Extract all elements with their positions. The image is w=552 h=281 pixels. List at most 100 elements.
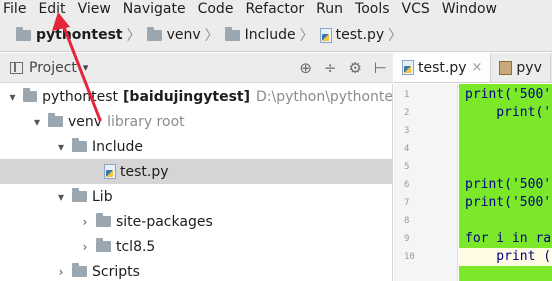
project-panel-title: Project <box>29 59 77 76</box>
chevron-right-icon[interactable]: › <box>78 240 92 254</box>
tree-item-label: tcl8.5 <box>116 238 156 255</box>
tab-label: pyv <box>516 59 542 76</box>
menu-refactor[interactable]: Refactor <box>239 0 310 19</box>
tree-item-label: Lib <box>92 188 113 205</box>
tree-item-label: venv <box>68 113 103 130</box>
tree-item-include[interactable]: ▾ Include <box>0 134 392 159</box>
tree-item-site-packages[interactable]: › site-packages <box>0 209 392 234</box>
breadcrumb-venv-label: venv <box>166 27 201 43</box>
tree-item-tcl[interactable]: › tcl8.5 <box>0 234 392 259</box>
code-line-10: print ( <box>465 249 552 264</box>
menu-bar: File Edit View Navigate Code Refactor Ru… <box>0 0 552 19</box>
folder-icon <box>16 26 31 41</box>
code-line-7: print('500' <box>465 195 552 210</box>
menu-run[interactable]: Run <box>310 0 349 19</box>
line-number: 2 <box>404 108 410 118</box>
line-number: 6 <box>404 180 410 190</box>
folder-icon <box>96 213 111 227</box>
breadcrumb-include-label: Include <box>244 27 296 43</box>
breadcrumb-file[interactable]: test.py 〉 <box>319 25 409 45</box>
chevron-right-icon: 〉 <box>299 28 314 44</box>
line-number: 8 <box>404 216 410 226</box>
breadcrumb-project[interactable]: pythontest 〉 <box>16 25 147 45</box>
tab-pyvenv[interactable]: pyv <box>491 53 551 82</box>
python-file-icon <box>402 60 414 75</box>
close-icon[interactable]: × <box>472 60 483 75</box>
tree-item-label: Scripts <box>92 263 140 280</box>
chevron-right-icon: 〉 <box>388 28 403 44</box>
code-editor[interactable]: print('500' print(' print('500' print('5… <box>459 84 552 281</box>
breadcrumb-file-label: test.py <box>335 27 385 43</box>
breadcrumb-project-label: pythontest <box>36 27 123 43</box>
tree-item-scripts[interactable]: › Scripts <box>0 259 392 281</box>
tree-item-pythontest[interactable]: ▾ pythontest [baidujingytest] D:\python\… <box>0 84 393 109</box>
folder-icon <box>48 113 63 127</box>
folder-icon <box>72 263 87 277</box>
code-line-6: print('500' <box>465 177 552 192</box>
project-panel-header: Project ▾ ⊕ ÷ ⚙ ⊢ <box>0 53 393 83</box>
chevron-down-icon[interactable]: ▾ <box>30 115 44 129</box>
line-number: 4 <box>404 144 410 154</box>
chevron-right-icon[interactable]: › <box>54 265 68 279</box>
python-file-icon <box>319 27 332 43</box>
menu-file[interactable]: File <box>0 0 32 19</box>
project-tree: ▾ pythontest [baidujingytest] D:\python\… <box>0 84 393 281</box>
code-line-9: for i in ra <box>465 231 552 246</box>
tree-item-hint: library root <box>107 113 185 130</box>
menu-tools[interactable]: Tools <box>349 0 396 19</box>
folder-icon <box>72 138 87 152</box>
line-number: 7 <box>404 198 410 208</box>
tree-item-label: site-packages <box>116 213 213 230</box>
config-file-icon <box>499 60 513 75</box>
tab-test-py[interactable]: test.py × <box>394 53 492 82</box>
hide-panel-icon[interactable]: ⊢ <box>374 59 387 77</box>
menu-vcs[interactable]: VCS <box>396 0 436 19</box>
tab-label: test.py <box>418 59 467 76</box>
breadcrumb-venv[interactable]: venv 〉 <box>146 25 225 45</box>
tree-item-venv[interactable]: ▾ venv library root <box>0 109 392 134</box>
line-number: 3 <box>404 126 410 136</box>
chevron-right-icon[interactable]: › <box>78 215 92 229</box>
menu-window[interactable]: Window <box>436 0 503 19</box>
project-panel-icon <box>10 61 23 74</box>
tree-item-path: D:\python\pythonte <box>256 88 393 105</box>
line-number: 9 <box>404 234 410 244</box>
tree-item-label: pythontest <box>42 88 119 105</box>
tree-item-lib[interactable]: ▾ Lib <box>0 184 392 209</box>
menu-edit[interactable]: Edit <box>32 0 71 19</box>
menu-view[interactable]: View <box>72 0 117 19</box>
tree-item-label: test.py <box>120 163 169 180</box>
project-view-selector[interactable]: Project ▾ <box>0 60 88 76</box>
editor-tabs: test.py × pyv <box>394 53 552 83</box>
folder-icon <box>224 26 240 41</box>
folder-icon <box>96 238 111 252</box>
menu-code[interactable]: Code <box>192 0 240 19</box>
folder-icon <box>23 88 38 102</box>
code-line-2: print(' <box>465 105 552 120</box>
tree-item-project-name: [baidujingytest] <box>123 88 251 105</box>
collapse-all-icon[interactable]: ÷ <box>324 59 337 77</box>
line-number: 5 <box>404 162 410 172</box>
chevron-down-icon[interactable]: ▾ <box>6 90 19 104</box>
line-number: 1 <box>404 90 410 100</box>
folder-icon <box>146 26 162 41</box>
locate-icon[interactable]: ⊕ <box>299 59 312 77</box>
chevron-down-icon[interactable]: ▾ <box>54 190 68 204</box>
folder-icon <box>72 188 87 202</box>
menu-navigate[interactable]: Navigate <box>117 0 192 19</box>
project-panel-toolbar: ⊕ ÷ ⚙ ⊢ <box>299 53 387 83</box>
breadcrumb-include[interactable]: Include 〉 <box>224 25 320 45</box>
breadcrumb: pythontest 〉 venv 〉 Include 〉 test.py 〉 <box>0 19 552 52</box>
code-line-1: print('500' <box>465 87 552 102</box>
python-file-icon <box>104 164 116 179</box>
tree-item-label: Include <box>92 138 143 155</box>
selection-highlight <box>459 266 552 281</box>
dropdown-arrow-icon: ▾ <box>82 61 89 74</box>
chevron-right-icon: 〉 <box>126 28 141 44</box>
gear-icon[interactable]: ⚙ <box>348 59 361 77</box>
tree-item-test-py[interactable]: test.py <box>0 159 392 184</box>
chevron-down-icon[interactable]: ▾ <box>54 140 68 154</box>
line-number: 10 <box>404 252 415 262</box>
line-number-gutter[interactable]: 1 2 3 4 5 6 7 8 9 10 <box>394 84 458 281</box>
chevron-right-icon: 〉 <box>204 28 219 44</box>
